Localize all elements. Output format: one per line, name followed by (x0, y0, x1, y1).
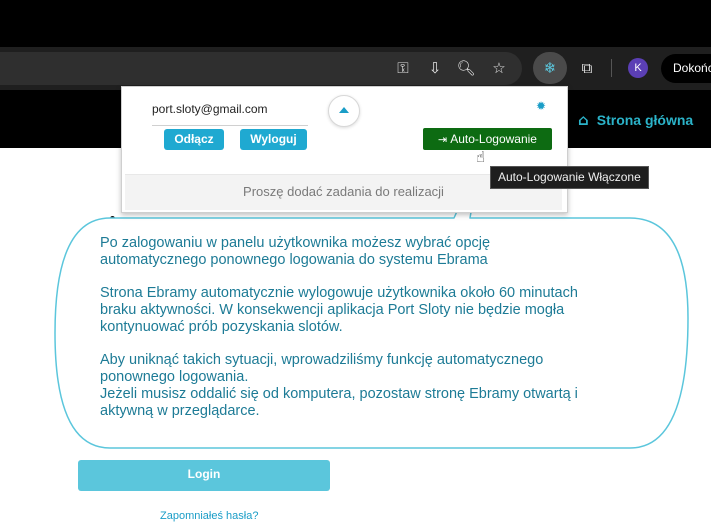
callout-line: aktywną w przeglądarce. (100, 403, 260, 419)
callout-line: automatycznego ponownego logowania do sy… (100, 252, 488, 268)
auto-login-label: Auto-Logowanie (450, 132, 537, 146)
sign-in-icon: ⇥ (438, 133, 448, 146)
callout-line: kontynuować prób pozyskania slotów. (100, 319, 343, 335)
collapse-button[interactable] (328, 95, 360, 127)
extension-popup: port.sloty@gmail.com Odłącz Wyloguj ✹ ⇥ A… (121, 86, 568, 213)
callout-line: Po zalogowaniu w panelu użytkownika może… (100, 235, 491, 251)
email-divider (152, 125, 308, 126)
callout-line: Aby uniknąć takich sytuacji, wprowadzili… (100, 352, 544, 368)
hand-cursor-icon: ☝ (476, 148, 486, 166)
auto-login-button[interactable]: ⇥ Auto-Logowanie (423, 128, 552, 150)
forgot-password-link[interactable]: Zapomniałeś hasła? (160, 510, 258, 522)
auto-login-tooltip: Auto-Logowanie Włączone (490, 166, 649, 189)
logout-button[interactable]: Wyloguj (240, 129, 307, 150)
callout-line: ponownego logowania. (100, 369, 249, 385)
callout-text: Po zalogowaniu w panelu użytkownika może… (100, 235, 640, 436)
callout-line: Jeżeli musisz oddalić się od komputera, … (100, 386, 578, 402)
login-button[interactable]: Login (78, 460, 330, 491)
chevron-up-icon (339, 107, 349, 113)
callout-line: Strona Ebramy automatycznie wylogowuje u… (100, 285, 578, 301)
account-email: port.sloty@gmail.com (152, 102, 268, 116)
bug-report-icon[interactable]: ✹ (536, 99, 546, 113)
disconnect-button[interactable]: Odłącz (164, 129, 224, 150)
callout-line: braku aktywności. W konsekwencji aplikac… (100, 302, 565, 318)
